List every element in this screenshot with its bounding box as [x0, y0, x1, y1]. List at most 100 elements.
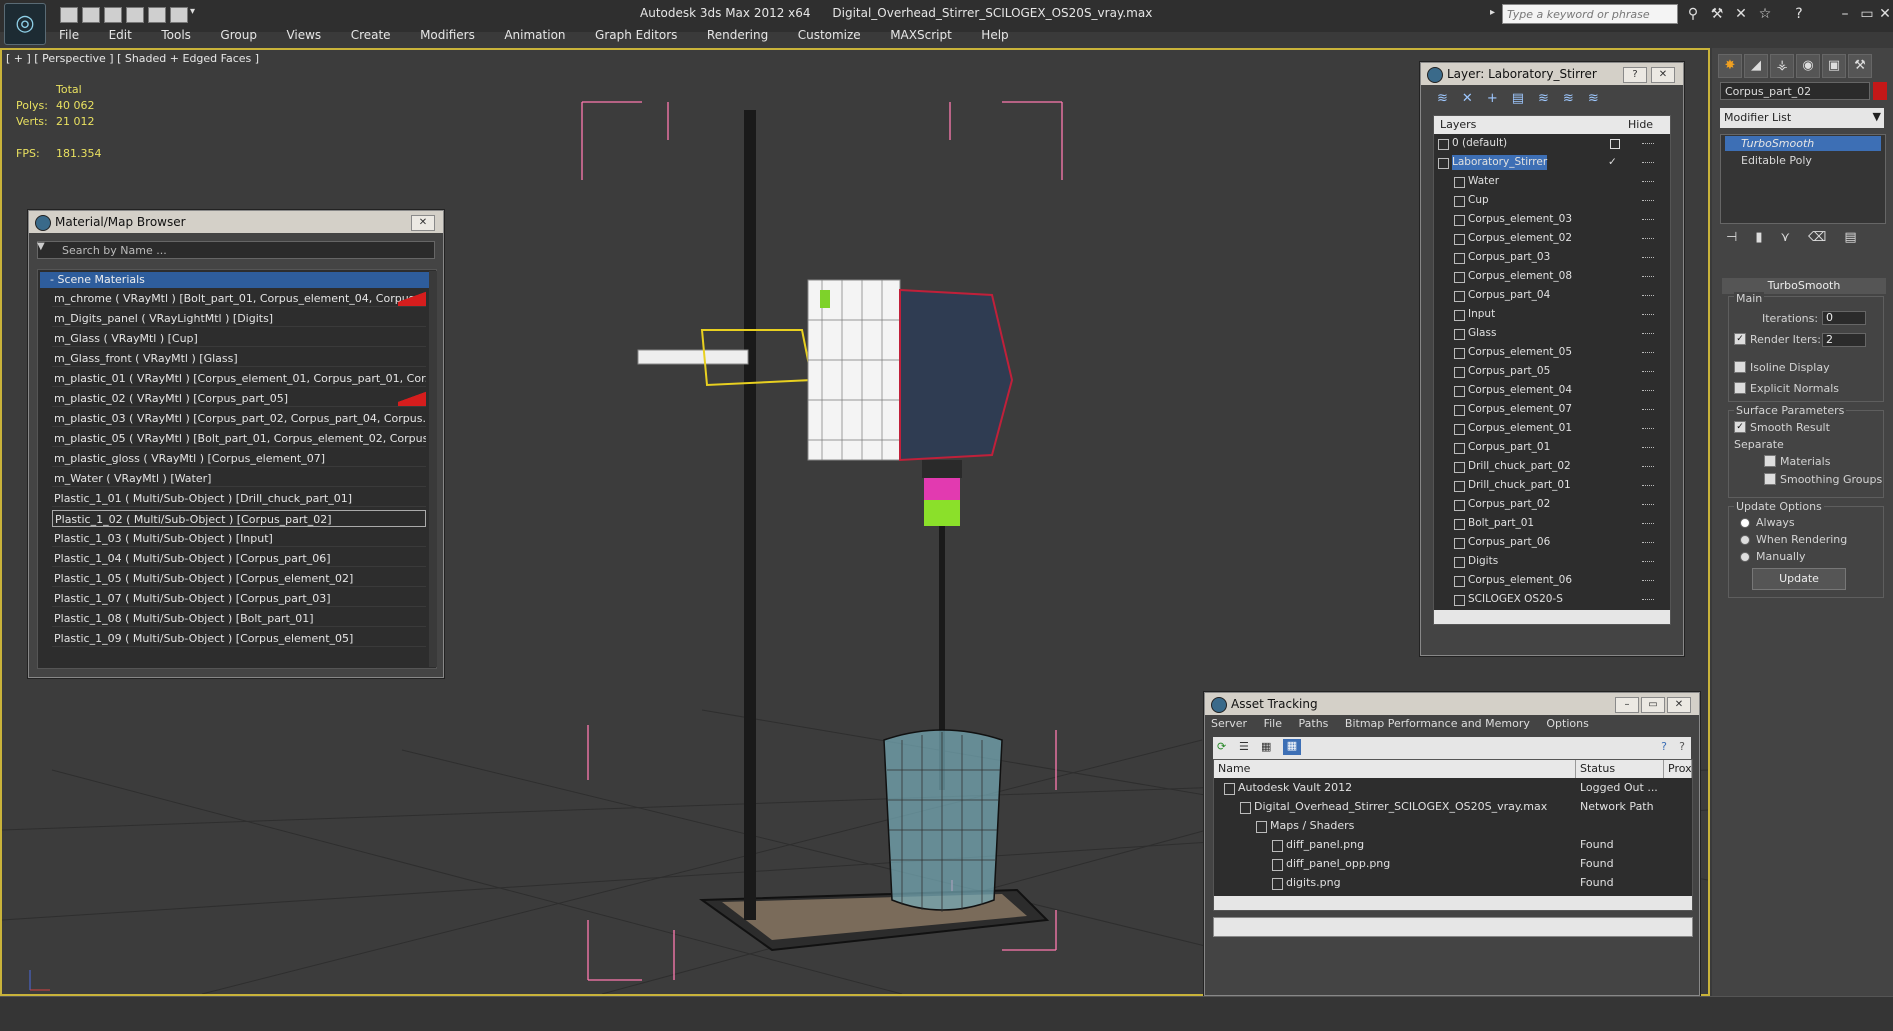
menu-animation[interactable]: Animation — [504, 28, 565, 42]
menu-maxscript[interactable]: MAXScript — [890, 28, 952, 42]
asset-menu-server[interactable]: Server — [1211, 717, 1247, 730]
material-list-item[interactable]: m_chrome ( VRayMtl ) [Bolt_part_01, Corp… — [52, 290, 426, 307]
make-unique-icon[interactable]: ⋎ — [1780, 230, 1808, 245]
project-folder-icon[interactable] — [170, 7, 188, 23]
menu-group[interactable]: Group — [220, 28, 257, 42]
stack-item-turbosmooth[interactable]: TurboSmooth — [1725, 136, 1881, 151]
material-list-item[interactable]: m_Glass_front ( VRayMtl ) [Glass] — [52, 350, 426, 367]
hide-toggle[interactable] — [1642, 314, 1654, 317]
layer-object-row[interactable]: Drill_chuck_part_01 — [1434, 478, 1670, 493]
layer-object-row[interactable]: Corpus_part_04 — [1434, 288, 1670, 303]
layer-row[interactable]: Laboratory_Stirrer ✓ — [1434, 155, 1670, 170]
layer-object-row[interactable]: Input — [1434, 307, 1670, 322]
menu-file[interactable]: File — [59, 28, 79, 42]
asset-row[interactable]: Autodesk Vault 2012 Logged Out ... — [1214, 780, 1692, 796]
layer-object-row[interactable]: Corpus_element_02 — [1434, 231, 1670, 246]
hide-toggle[interactable] — [1642, 428, 1654, 431]
layer-row[interactable]: 0 (default) — [1434, 136, 1670, 151]
help-icon[interactable]: ? — [1790, 5, 1808, 23]
layer-object-row[interactable]: Corpus_element_08 — [1434, 269, 1670, 284]
material-list-item[interactable]: m_plastic_05 ( VRayMtl ) [Bolt_part_01, … — [52, 430, 426, 447]
expand-search-icon[interactable]: ▸ — [1490, 7, 1495, 18]
select-objects-icon[interactable]: ▤ — [1512, 91, 1538, 106]
material-list-item[interactable]: m_Digits_panel ( VRayLightMtl ) [Digits] — [52, 310, 426, 327]
hide-toggle[interactable] — [1642, 143, 1654, 146]
asset-row[interactable]: diff_panel.png Found — [1214, 837, 1692, 853]
redo-icon[interactable] — [148, 7, 166, 23]
material-list-item[interactable]: Plastic_1_03 ( Multi/Sub-Object ) [Input… — [52, 530, 426, 547]
layer-object-row[interactable]: Cup — [1434, 193, 1670, 208]
asset-close-button[interactable]: ✕ — [1667, 697, 1691, 713]
layer-object-row[interactable]: Digits — [1434, 554, 1670, 569]
hide-all-icon[interactable]: ≋ — [1563, 91, 1588, 106]
layer-object-row[interactable]: Glass — [1434, 326, 1670, 341]
material-search-input[interactable]: Search by Name ... — [37, 241, 435, 259]
hide-toggle[interactable] — [1642, 599, 1654, 602]
asset-maximize-button[interactable]: ▭ — [1641, 697, 1665, 713]
scene-materials-header[interactable]: - Scene Materials — [40, 272, 434, 288]
delete-layer-icon[interactable]: ✕ — [1462, 91, 1487, 106]
hide-toggle[interactable] — [1642, 295, 1654, 298]
create-tab-icon[interactable]: ✸ — [1718, 54, 1742, 78]
material-list-item[interactable]: Plastic_1_01 ( Multi/Sub-Object ) [Drill… — [52, 490, 426, 507]
material-list-item[interactable]: m_Glass ( VRayMtl ) [Cup] — [52, 330, 426, 347]
hide-toggle[interactable] — [1642, 371, 1654, 374]
menu-create[interactable]: Create — [351, 28, 391, 42]
open-file-icon[interactable] — [82, 7, 100, 23]
material-list-item[interactable]: m_plastic_01 ( VRayMtl ) [Corpus_element… — [52, 370, 426, 387]
layer-object-row[interactable]: Corpus_part_05 — [1434, 364, 1670, 379]
communication-center-icon[interactable]: ✕ — [1732, 5, 1750, 23]
asset-horizontal-scrollbar[interactable] — [1214, 896, 1692, 910]
layer-object-row[interactable]: Corpus_element_06 — [1434, 573, 1670, 588]
material-browser-title[interactable]: Material/Map Browser — [29, 211, 443, 233]
hide-toggle[interactable] — [1642, 181, 1654, 184]
layer-close-button[interactable]: ✕ — [1651, 67, 1675, 83]
asset-minimize-button[interactable]: – — [1615, 697, 1639, 713]
highlight-layer-icon[interactable]: ≋ — [1538, 91, 1563, 106]
menu-edit[interactable]: Edit — [109, 28, 132, 42]
hide-toggle[interactable] — [1642, 238, 1654, 241]
save-file-icon[interactable] — [104, 7, 122, 23]
asset-row[interactable]: Maps / Shaders — [1214, 818, 1692, 834]
material-list-item[interactable]: m_plastic_02 ( VRayMtl ) [Corpus_part_05… — [52, 390, 426, 407]
show-end-result-icon[interactable]: ▮ — [1755, 230, 1780, 245]
time-slider-strip[interactable] — [0, 996, 1893, 1031]
close-icon[interactable]: ✕ — [1876, 5, 1893, 23]
motion-tab-icon[interactable]: ◉ — [1796, 54, 1820, 78]
hide-toggle[interactable] — [1642, 409, 1654, 412]
materials-checkbox[interactable] — [1764, 455, 1776, 467]
current-layer-box-icon[interactable] — [1610, 139, 1620, 149]
active-layer-check-icon[interactable]: ✓ — [1608, 155, 1617, 170]
manually-radio[interactable] — [1740, 552, 1750, 562]
iterations-spinner[interactable]: 0 — [1822, 311, 1866, 325]
material-list-item[interactable]: Plastic_1_05 ( Multi/Sub-Object ) [Corpu… — [52, 570, 426, 587]
asset-path-field[interactable] — [1213, 917, 1693, 937]
layer-help-button[interactable]: ? — [1623, 67, 1647, 83]
asset-menu-bitmap[interactable]: Bitmap Performance and Memory — [1345, 717, 1530, 730]
layer-object-row[interactable]: Water — [1434, 174, 1670, 189]
layer-horizontal-scrollbar[interactable] — [1434, 610, 1670, 624]
favorites-star-icon[interactable]: ☆ — [1756, 5, 1774, 23]
material-browser-close-button[interactable]: ✕ — [411, 215, 435, 231]
material-list-item[interactable]: Plastic_1_08 ( Multi/Sub-Object ) [Bolt_… — [52, 610, 426, 627]
when-rendering-radio[interactable] — [1740, 535, 1750, 545]
thumbnail-view-icon[interactable]: ▦ — [1261, 740, 1271, 753]
menu-rendering[interactable]: Rendering — [707, 28, 768, 42]
new-layer-icon[interactable]: ≋ — [1437, 91, 1462, 106]
render-iters-checkbox[interactable]: ✓ — [1734, 333, 1746, 345]
hide-toggle[interactable] — [1642, 390, 1654, 393]
material-list-item[interactable]: m_plastic_03 ( VRayMtl ) [Corpus_part_02… — [52, 410, 426, 427]
render-iters-spinner[interactable]: 2 — [1822, 333, 1866, 347]
hide-toggle[interactable] — [1642, 333, 1654, 336]
hide-toggle[interactable] — [1642, 257, 1654, 260]
menu-tools[interactable]: Tools — [161, 28, 191, 42]
menu-help[interactable]: Help — [981, 28, 1008, 42]
keyword-search-input[interactable]: Type a keyword or phrase — [1502, 4, 1678, 24]
minimize-icon[interactable]: – — [1836, 5, 1854, 23]
material-list-item[interactable]: Plastic_1_07 ( Multi/Sub-Object ) [Corpu… — [52, 590, 426, 607]
menu-customize[interactable]: Customize — [798, 28, 861, 42]
object-color-swatch[interactable] — [1873, 82, 1887, 100]
material-list-item[interactable]: m_Water ( VRayMtl ) [Water] — [52, 470, 426, 487]
asset-name-column-header[interactable]: Name — [1214, 760, 1576, 778]
hide-toggle[interactable] — [1642, 466, 1654, 469]
